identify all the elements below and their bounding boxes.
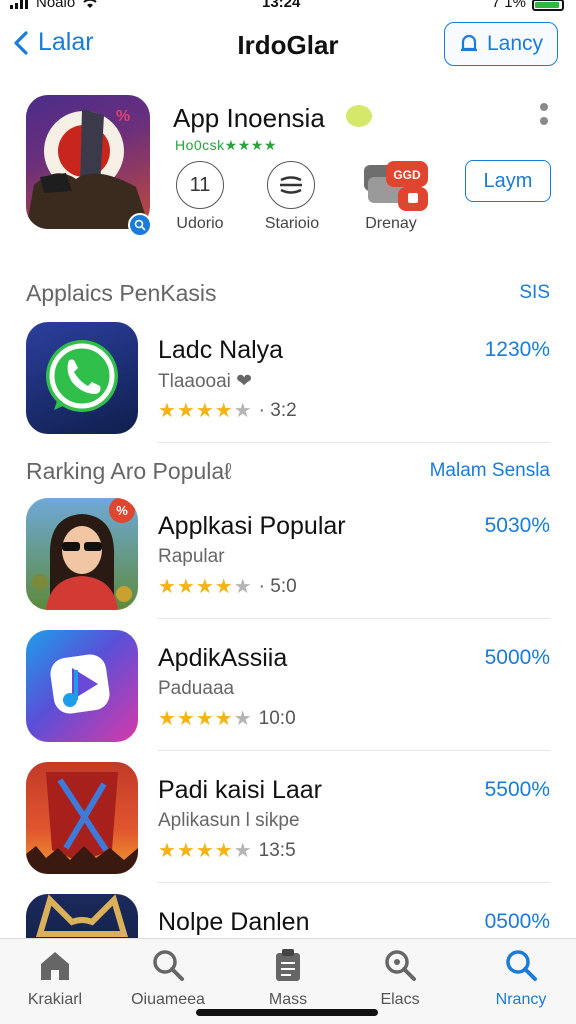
status-action-button[interactable]	[267, 161, 315, 209]
app-name: Applkasi Popular	[158, 512, 346, 540]
section-title: Applaics PenKasis	[26, 280, 217, 306]
divider	[158, 882, 550, 883]
home-icon	[41, 952, 69, 980]
tab-home[interactable]: Krakiarl	[0, 947, 110, 1019]
section-header-top: Applaics PenKasis SIS	[26, 280, 550, 310]
status-bar: Noaio 13:24 7 1%	[0, 0, 576, 12]
home-indicator[interactable]	[196, 1009, 378, 1016]
tab-label: Elacs	[380, 991, 420, 1008]
drenay-action-label: Drenay	[365, 215, 417, 232]
clipboard-icon	[276, 949, 300, 981]
app-subtitle: Paduaaa	[158, 678, 235, 699]
media-player-app-icon	[26, 630, 138, 742]
app-name: Nolpe Danlen	[158, 908, 310, 936]
update-action-button[interactable]: 11	[176, 161, 224, 209]
more-options-icon[interactable]	[540, 103, 550, 133]
rating-value: · 5:0	[258, 575, 297, 597]
list-item[interactable]: Ladc Nalya Tlaaooai ❤ ★★★★★ · 3:2 1230%	[0, 322, 576, 442]
update-action-glyph: 11	[189, 173, 211, 196]
bell-icon	[460, 34, 477, 52]
featured-app-subtitle: Ho0csk★★★★	[175, 137, 277, 153]
app-badge: %	[116, 503, 128, 518]
search-icon	[385, 950, 416, 981]
app-price[interactable]: 0500%	[485, 910, 550, 934]
app-subtitle: Tlaaooai ❤	[158, 371, 253, 392]
app-price[interactable]: 5500%	[485, 778, 550, 802]
nav-bar: Lalar IrdoGlar Lancy	[0, 20, 576, 72]
tab-search[interactable]: Nrancy	[466, 947, 576, 1019]
app-name: Ladc Nalya	[158, 336, 284, 364]
search-icon	[506, 950, 537, 981]
battery-percent: 7 1%	[491, 0, 526, 11]
star-rating-icon: ★★★★★	[158, 576, 253, 598]
poster-art-icon: %	[26, 108, 150, 229]
avatar-app-icon: %	[26, 498, 138, 610]
battery-area: 7 1%	[492, 0, 564, 11]
update-action-label: Udorio	[176, 215, 224, 232]
star-rating-icon: ★★★★★	[158, 840, 253, 862]
status-time: 13:24	[262, 0, 301, 11]
rating-value: · 3:2	[258, 399, 297, 421]
section-see-all-link[interactable]: Malam Sensla	[430, 460, 550, 482]
app-rating: ★★★★★ · 3:2	[158, 398, 297, 423]
app-rating: ★★★★★ 13:5	[158, 838, 296, 863]
smiley-icon	[346, 105, 372, 127]
stacked-cards-icon[interactable]: GGD	[362, 159, 432, 215]
featured-badge-icon	[128, 213, 152, 237]
signal-icon	[10, 0, 28, 9]
status-action-label: Starioio	[264, 215, 320, 232]
battle-app-icon	[26, 762, 138, 874]
carrier-area: Noaio	[10, 0, 99, 11]
stack-glyph: GGD	[393, 168, 421, 182]
featured-app-title: App Inoensia	[173, 103, 325, 133]
app-subtitle: Rapular	[158, 546, 225, 567]
tab-label: Nrancy	[495, 991, 547, 1008]
app-rating: ★★★★★ · 5:0	[158, 574, 297, 599]
app-price[interactable]: 5030%	[485, 514, 550, 538]
rating-value: 10:0	[258, 707, 296, 729]
app-subtitle: Aplikasun l sikpe	[158, 810, 300, 831]
wifi-icon	[83, 0, 97, 8]
lines-icon	[280, 176, 302, 194]
search-icon	[153, 950, 184, 981]
app-price[interactable]: 1230%	[485, 338, 550, 362]
whatsapp-app-icon	[26, 322, 138, 434]
tab-label: Krakiarl	[27, 991, 83, 1008]
section-title: Rarking Aro Populaℓ	[26, 458, 232, 484]
app-price[interactable]: 5000%	[485, 646, 550, 670]
nav-action-button[interactable]: Lancy	[444, 22, 558, 66]
app-name: Padi kaisi Laar	[158, 776, 322, 804]
tab-label: Mass	[268, 991, 308, 1008]
star-rating-icon: ★★★★★	[158, 400, 253, 422]
svg-text:%: %	[116, 108, 130, 125]
tab-bar: Krakiarl Oiuameea Mass Elacs Nrancy	[0, 938, 576, 1024]
featured-app-icon[interactable]: %	[26, 95, 150, 229]
divider	[158, 442, 550, 443]
app-name: ApdikAssiia	[158, 644, 288, 672]
section-header-popular: Rarking Aro Populaℓ Malam Sensla	[26, 458, 550, 488]
list-item[interactable]: % Applkasi Popular Rapular ★★★★★ · 5:0 5…	[0, 498, 576, 618]
carrier-name: Noaio	[36, 0, 76, 11]
featured-get-button[interactable]: Laym	[465, 160, 551, 202]
featured-app: % App Inoensia Ho0csk★★★★ 11 Udorio Star…	[0, 95, 576, 255]
divider	[158, 618, 550, 619]
star-rating-icon: ★★★★★	[158, 708, 253, 730]
divider	[158, 750, 550, 751]
app-rating: ★★★★★ 10:0	[158, 706, 296, 731]
battery-icon	[532, 0, 564, 11]
tab-label: Oiuameea	[131, 991, 205, 1008]
list-item[interactable]: Padi kaisi Laar Aplikasun l sikpe ★★★★★ …	[0, 762, 576, 882]
section-see-all-link[interactable]: SIS	[519, 282, 550, 304]
rating-value: 13:5	[258, 839, 296, 861]
nav-action-label: Lancy	[486, 32, 544, 55]
list-item[interactable]: ApdikAssiia Paduaaa ★★★★★ 10:0 5000%	[0, 630, 576, 750]
